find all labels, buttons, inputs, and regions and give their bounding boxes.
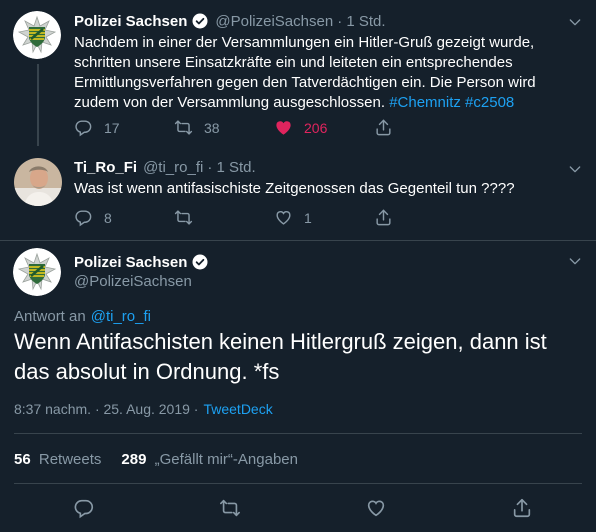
heart-icon — [274, 208, 293, 227]
chevron-down-icon[interactable] — [567, 253, 583, 269]
retweet-icon — [174, 118, 193, 137]
divider — [14, 483, 582, 484]
avatar[interactable] — [13, 11, 61, 59]
divider — [0, 240, 596, 241]
timestamp[interactable]: · 1 Std. — [207, 159, 255, 176]
reply-button[interactable]: 8 — [74, 208, 174, 227]
retweet-count: 38 — [204, 119, 220, 136]
chevron-down-icon[interactable] — [567, 161, 583, 177]
share-button[interactable] — [374, 208, 393, 227]
like-button[interactable]: 1 — [274, 208, 374, 227]
share-button[interactable] — [374, 118, 393, 137]
timestamp[interactable]: 8:37 nachm. · 25. Aug. 2019 · — [14, 401, 198, 417]
divider — [14, 433, 582, 434]
display-name[interactable]: Polizei Sachsen — [74, 13, 187, 30]
reply-to-link[interactable]: @ti_ro_fi — [91, 308, 151, 325]
thread-connector — [37, 64, 39, 146]
like-button[interactable] — [365, 497, 387, 519]
retweet-icon — [174, 208, 193, 227]
reply-count: 8 — [104, 209, 112, 226]
timestamp[interactable]: · 1 Std. — [337, 13, 385, 30]
user-photo — [14, 158, 62, 206]
reply-count: 17 — [104, 119, 120, 136]
tweet-text: Nachdem in einer der Versammlungen ein H… — [74, 34, 536, 111]
chevron-down-icon[interactable] — [567, 14, 583, 30]
avatar[interactable] — [13, 248, 61, 296]
retweets-stat[interactable]: 56 Retweets — [14, 451, 101, 468]
avatar[interactable] — [14, 158, 62, 206]
tweet-text: Wenn Antifaschisten keinen Hitlergruß ze… — [14, 329, 547, 384]
verified-icon — [191, 253, 209, 271]
like-button[interactable]: 206 — [274, 118, 374, 137]
like-count: 1 — [304, 209, 312, 226]
share-button[interactable] — [511, 497, 533, 519]
reply-context: Antwort an @ti_ro_fi — [14, 308, 151, 325]
reply-icon — [74, 118, 93, 137]
engagement-stats: 56 Retweets 289 „Gefällt mir“-Angaben — [14, 451, 298, 468]
display-name[interactable]: Polizei Sachsen — [74, 254, 187, 271]
likes-stat[interactable]: 289 „Gefällt mir“-Angaben — [121, 451, 298, 468]
police-badge-icon — [13, 11, 61, 59]
reply-button[interactable] — [73, 497, 95, 519]
tweet-text: Was ist wenn antifasischiste Zeitgenosse… — [74, 180, 515, 197]
reply-button[interactable]: 17 — [74, 118, 174, 137]
heart-filled-icon — [274, 118, 293, 137]
reply-icon — [73, 497, 95, 519]
retweet-icon — [219, 497, 241, 519]
handle[interactable]: @PolizeiSachsen — [74, 273, 192, 290]
retweet-button[interactable] — [219, 497, 241, 519]
handle[interactable]: @ti_ro_fi — [143, 159, 203, 176]
source-link[interactable]: TweetDeck — [203, 401, 272, 417]
hashtags[interactable]: #Chemnitz #c2508 — [389, 94, 514, 111]
heart-icon — [365, 497, 387, 519]
verified-icon — [191, 12, 209, 30]
display-name[interactable]: Ti_Ro_Fi — [74, 159, 137, 176]
reply-icon — [74, 208, 93, 227]
handle[interactable]: @PolizeiSachsen — [215, 13, 333, 30]
retweet-button[interactable] — [174, 208, 274, 227]
share-icon — [374, 118, 393, 137]
share-icon — [511, 497, 533, 519]
police-badge-icon — [13, 248, 61, 296]
retweet-button[interactable]: 38 — [174, 118, 274, 137]
share-icon — [374, 208, 393, 227]
like-count: 206 — [304, 119, 328, 136]
